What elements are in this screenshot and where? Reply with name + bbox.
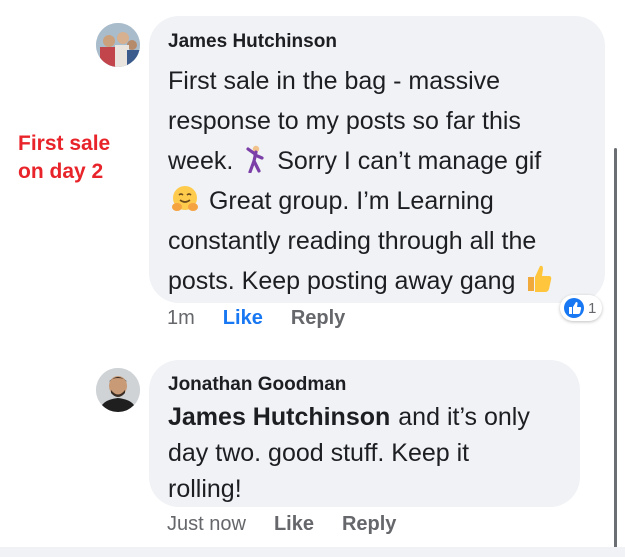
like-reaction-icon <box>564 298 584 318</box>
annotation-line-1: First sale <box>18 132 111 155</box>
dancing-man-icon <box>246 145 264 173</box>
comment-line-with-emoji: week. Sorry I can’t manage gif <box>168 141 588 181</box>
thumbs-up-icon <box>528 265 552 292</box>
avatar-jonathan-goodman[interactable] <box>96 368 140 412</box>
comment-line: day two. good stuff. Keep it <box>168 439 470 467</box>
annotation-text: First sale on day 2 <box>18 130 138 186</box>
comment-line: constantly reading through all the <box>168 227 537 255</box>
comment-author[interactable]: Jonathan Goodman <box>168 374 346 396</box>
comment-line-with-emoji: Great group. I’m Learning <box>168 181 588 221</box>
comment-line: response to my posts so far this <box>168 107 521 135</box>
comment-bubble: Jonathan Goodman James Hutchinson and it’… <box>149 360 580 507</box>
comment-fragment: and it’s only <box>398 403 530 431</box>
hugging-face-icon <box>172 186 198 211</box>
comment-actions: Just now Like Reply <box>167 513 396 536</box>
comment-line: rolling! <box>168 475 242 503</box>
comment-text: First sale in the bag - massive response… <box>168 61 588 301</box>
reaction-count: 1 <box>588 299 597 317</box>
comment-bubble: James Hutchinson First sale in the bag -… <box>149 16 605 303</box>
profile-photo-icon <box>96 368 140 412</box>
comment-line-with-mention: James Hutchinson and it’s only <box>168 399 573 435</box>
comment-text: James Hutchinson and it’s only day two. g… <box>168 399 573 507</box>
group-photo-icon <box>96 23 140 67</box>
reply-button[interactable]: Reply <box>342 513 396 536</box>
annotation-line-2: on day 2 <box>18 160 104 183</box>
comment-timestamp[interactable]: Just now <box>167 513 246 536</box>
reaction-summary[interactable]: 1 <box>560 295 603 321</box>
scrollbar[interactable] <box>614 148 617 557</box>
mention-link[interactable]: James Hutchinson <box>168 403 390 431</box>
avatar-james-hutchinson[interactable] <box>96 23 140 67</box>
like-button[interactable]: Like <box>223 307 263 330</box>
comment-timestamp[interactable]: 1m <box>167 307 195 330</box>
comment-author[interactable]: James Hutchinson <box>168 31 337 53</box>
like-button[interactable]: Like <box>274 513 314 536</box>
comment-line-with-emoji: posts. Keep posting away gang <box>168 261 588 301</box>
comment-fragment: week. <box>168 147 234 175</box>
comment-line: First sale in the bag - massive <box>168 67 501 95</box>
bottom-divider <box>0 547 625 557</box>
comment-fragment: posts. Keep posting away gang <box>168 267 516 295</box>
comment-fragment: Sorry I can’t manage gif <box>277 147 542 175</box>
reply-button[interactable]: Reply <box>291 307 345 330</box>
comment-fragment: Great group. I’m Learning <box>208 187 494 215</box>
comment-actions: 1m Like Reply <box>167 307 345 330</box>
